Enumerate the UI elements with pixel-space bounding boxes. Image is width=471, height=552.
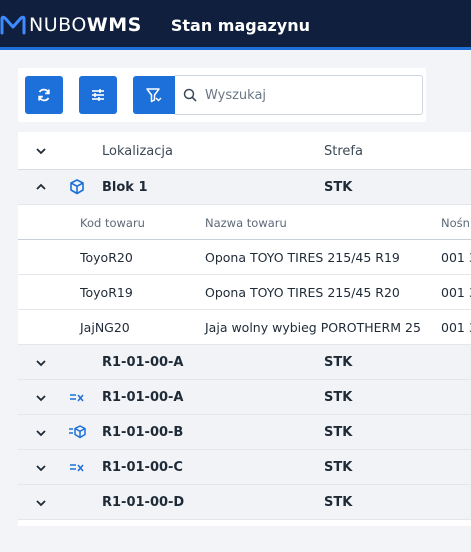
location-zone: STK [324, 355, 353, 370]
group-zone: STK [324, 180, 353, 195]
item-carrier: 001 3 [441, 320, 471, 335]
search-icon [183, 88, 197, 102]
item-name: Opona TOYO TIRES 215/45 R20 [205, 285, 400, 300]
chevron-down-icon[interactable] [34, 496, 48, 510]
item-name: Jaja wolny wybieg POROTHERM 25 [205, 320, 421, 335]
sub-header-name[interactable]: Nazwa towaru [205, 216, 287, 230]
refresh-button[interactable] [25, 76, 63, 114]
location-zone: STK [324, 425, 353, 440]
location-row[interactable]: R1-01-00-C STK [18, 450, 471, 485]
list-box-icon [69, 425, 86, 439]
filter-button[interactable] [133, 76, 175, 114]
item-carrier: 001 3 [441, 285, 471, 300]
page-title: Stan magazynu [170, 15, 311, 35]
item-name: Opona TOYO TIRES 215/45 R19 [205, 250, 400, 265]
location-row[interactable]: R1-01-00-A STK [18, 380, 471, 415]
column-header-zone[interactable]: Strefa [324, 144, 363, 159]
table-row[interactable]: JajNG20 Jaja wolny wybieg POROTHERM 25 0… [18, 310, 471, 345]
location-zone: STK [324, 460, 353, 475]
item-code: JajNG20 [80, 320, 130, 335]
sub-table-header: Kod towaru Nazwa towaru Nośn [18, 205, 471, 240]
chevron-down-icon[interactable] [34, 391, 48, 405]
item-code: ToyoR20 [80, 250, 133, 265]
table-header: Lokalizacja Strefa [18, 132, 471, 170]
settings-button[interactable] [79, 76, 117, 114]
sub-header-carrier[interactable]: Nośn [441, 216, 470, 230]
group-row[interactable]: Blok 1 STK [18, 170, 471, 205]
location-label: R1-01-00-C [102, 460, 183, 475]
location-label: R1-01-00-B [102, 425, 184, 440]
filter-icon [146, 88, 162, 103]
app-header: NUBOWMS Stan magazynu [0, 0, 471, 50]
location-row[interactable]: R1-01-00-D STK [18, 485, 471, 520]
sub-header-code[interactable]: Kod towaru [80, 216, 145, 230]
chevron-up-icon[interactable] [34, 180, 48, 194]
logo-text: NUBOWMS [29, 14, 142, 36]
chevron-down-icon[interactable] [34, 144, 48, 158]
table-row[interactable]: ToyoR20 Opona TOYO TIRES 215/45 R19 001 … [18, 240, 471, 275]
stock-table: Lokalizacja Strefa Blok 1 STK Kod towaru… [18, 132, 471, 526]
logo[interactable]: NUBOWMS [0, 0, 142, 50]
table-row[interactable]: ToyoR19 Opona TOYO TIRES 215/45 R20 001 … [18, 275, 471, 310]
toolbar: Wyszukaj [18, 68, 426, 122]
sliders-icon [92, 89, 104, 101]
logo-icon [0, 15, 26, 35]
location-label: R1-01-00-A [102, 355, 184, 370]
box-icon [70, 179, 84, 195]
chevron-down-icon[interactable] [34, 461, 48, 475]
location-zone: STK [324, 390, 353, 405]
location-label: R1-01-00-A [102, 390, 184, 405]
location-row[interactable]: R1-01-00-A STK [18, 345, 471, 380]
search-placeholder: Wyszukaj [205, 87, 267, 103]
search-input[interactable]: Wyszukaj [175, 75, 423, 115]
location-row[interactable]: R1-01-00-B STK [18, 415, 471, 450]
list-cross-icon [70, 394, 84, 402]
chevron-down-icon[interactable] [34, 356, 48, 370]
chevron-down-icon[interactable] [34, 426, 48, 440]
header-underline [0, 47, 471, 50]
location-zone: STK [324, 495, 353, 510]
refresh-icon [38, 88, 50, 102]
item-code: ToyoR19 [80, 285, 133, 300]
group-label: Blok 1 [102, 180, 148, 195]
column-header-location[interactable]: Lokalizacja [102, 144, 173, 159]
list-cross-icon [70, 464, 84, 472]
item-carrier: 001 3 [441, 250, 471, 265]
location-label: R1-01-00-D [102, 495, 185, 510]
